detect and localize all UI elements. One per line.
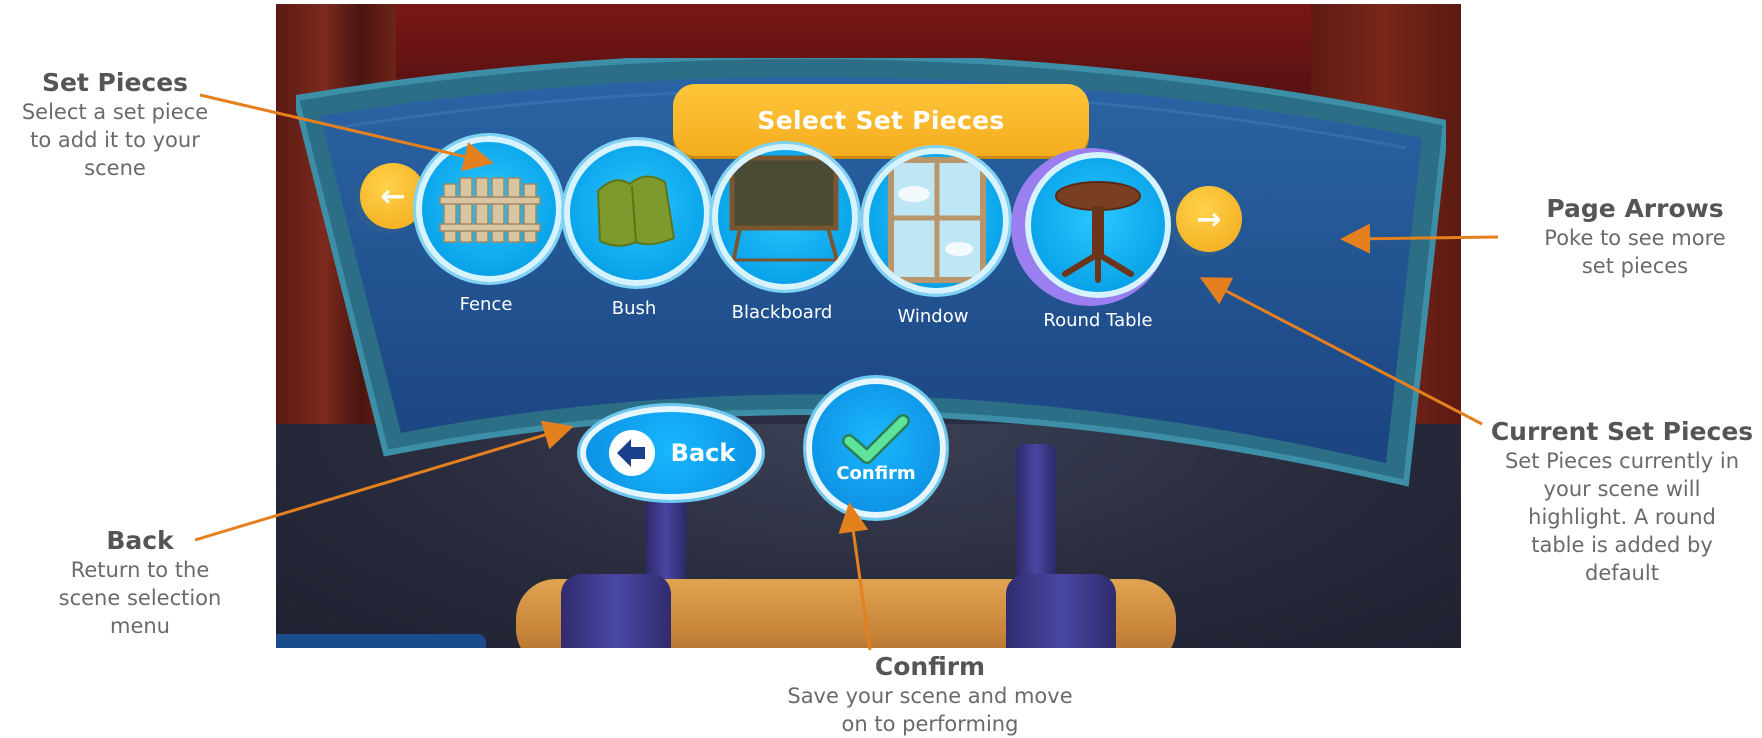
annotation-title: Page Arrows — [1546, 194, 1724, 223]
annotation-confirm: Confirm Save your scene and move on to p… — [740, 652, 1120, 738]
leader-back — [194, 420, 574, 542]
annotation-title: Back — [106, 526, 174, 555]
annotation-desc-line: Return to the — [70, 558, 210, 582]
annotation-set-pieces: Set Pieces Select a set piece to add it … — [0, 68, 230, 182]
annotation-desc-line: default — [1585, 561, 1659, 585]
annotation-current-set-pieces: Current Set Pieces Set Pieces currently … — [1482, 417, 1762, 587]
leader-current — [1199, 277, 1483, 426]
annotation-desc-line: Set Pieces currently in — [1504, 449, 1740, 473]
leader-confirm — [838, 502, 872, 651]
annotation-title: Set Pieces — [41, 68, 189, 97]
annotation-desc-line: scene selection — [58, 586, 222, 610]
annotation-title: Current Set Pieces — [1490, 417, 1754, 446]
annotation-back: Back Return to the scene selection menu — [20, 526, 260, 640]
annotation-desc-line: Select a set piece — [21, 100, 209, 124]
annotation-leaders — [194, 93, 1499, 651]
annotation-desc-line: on to performing — [841, 712, 1019, 736]
annotation-desc-line: Save your scene and move — [787, 684, 1073, 708]
leader-set-pieces — [199, 93, 494, 172]
leader-page-arrows — [1340, 223, 1499, 254]
annotation-desc-line: to add it to your — [30, 128, 200, 152]
annotation-desc-line: table is added by — [1531, 533, 1713, 557]
annotation-desc-line: scene — [84, 156, 146, 180]
annotation-page-arrows: Page Arrows Poke to see more set pieces — [1500, 194, 1762, 280]
annotation-desc-line: menu — [110, 614, 170, 638]
annotation-desc-line: your scene will — [1543, 477, 1701, 501]
annotation-title: Confirm — [874, 652, 986, 681]
annotation-desc-line: highlight. A round — [1528, 505, 1716, 529]
annotation-desc-line: set pieces — [1581, 254, 1689, 278]
annotation-desc-line: Poke to see more — [1544, 226, 1726, 250]
